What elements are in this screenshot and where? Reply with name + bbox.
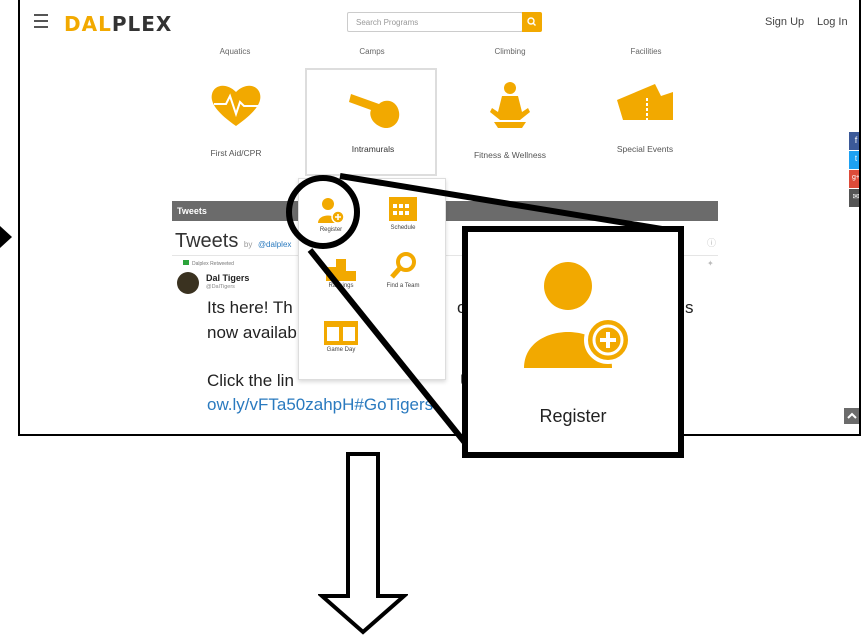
callout-lines	[286, 173, 681, 446]
add-user-icon	[524, 262, 632, 368]
down-arrow-icon	[318, 452, 408, 635]
zoomed-register: Register	[462, 226, 684, 458]
zoomed-register-label: Register	[539, 406, 607, 426]
